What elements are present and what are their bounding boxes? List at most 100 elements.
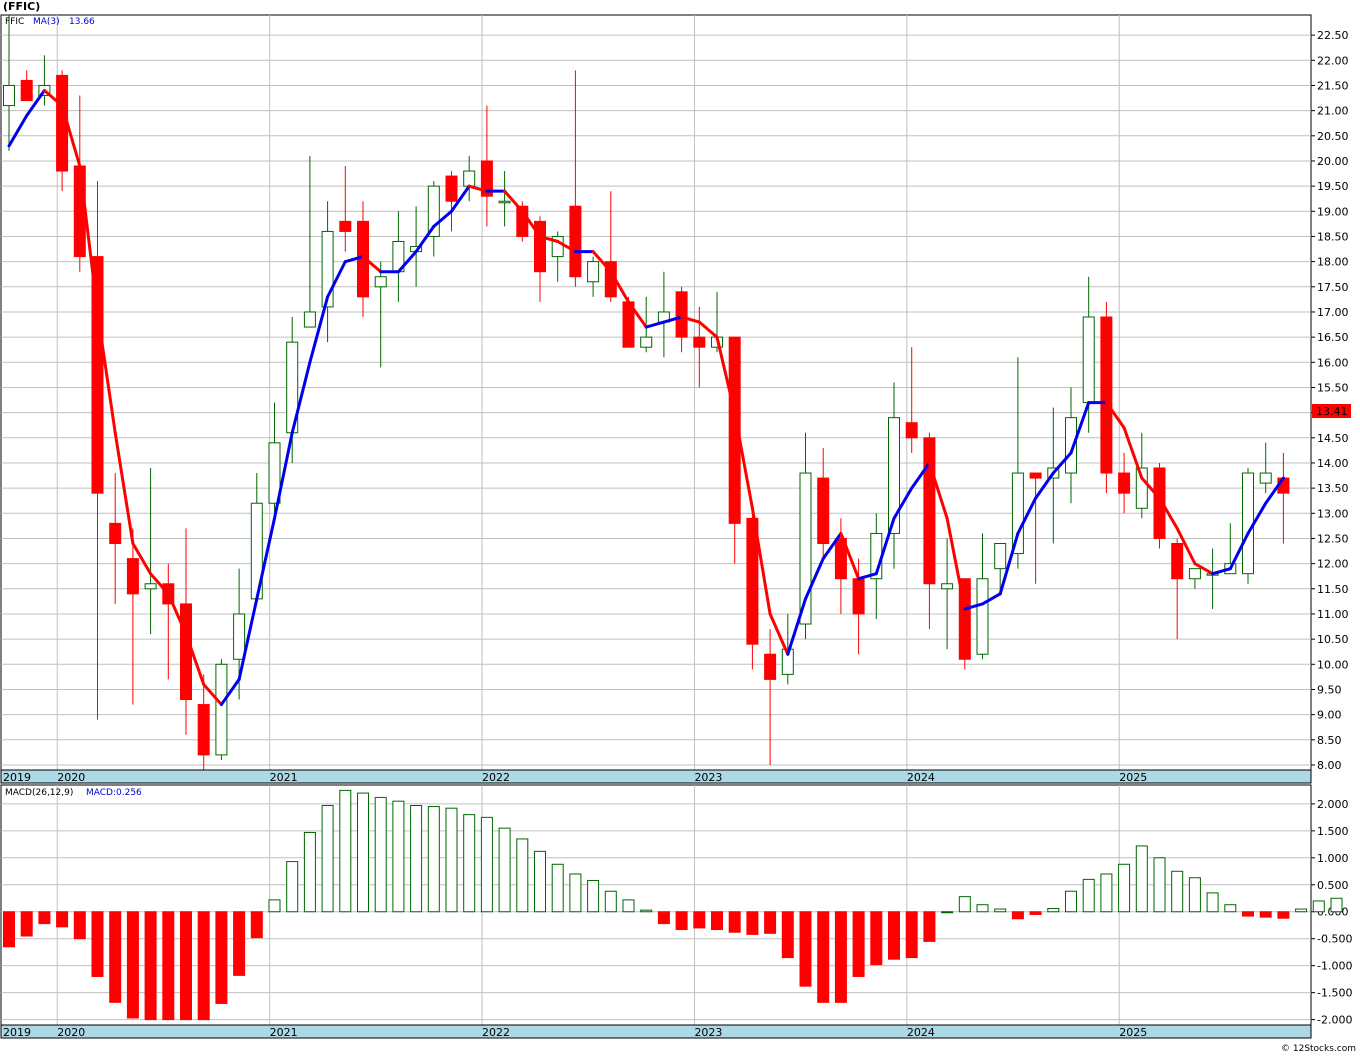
candle-body xyxy=(905,422,918,439)
date-band-bottom xyxy=(0,1024,1312,1039)
macd-bar xyxy=(56,911,69,928)
candle-body xyxy=(1100,316,1113,474)
macd-bar xyxy=(1029,911,1042,915)
macd-bar xyxy=(728,911,741,933)
candle-body xyxy=(1259,472,1272,484)
year-label: 2024 xyxy=(907,1026,935,1039)
macd-bar xyxy=(764,911,777,934)
macd-bar xyxy=(268,899,281,913)
year-label: 2019 xyxy=(3,771,31,784)
candle-body xyxy=(569,205,582,278)
macd-bar xyxy=(303,831,316,913)
price-tick-label: 22.50 xyxy=(1317,29,1349,42)
macd-bar xyxy=(339,789,352,913)
price-tick-label: 11.50 xyxy=(1317,583,1349,596)
macd-bar xyxy=(923,911,936,942)
legend-ma: MA(3) xyxy=(33,17,60,27)
candle-body xyxy=(1029,472,1042,479)
price-tick-label: 17.50 xyxy=(1317,281,1349,294)
macd-bar xyxy=(3,911,15,948)
macd-bar xyxy=(834,911,847,1003)
price-tick-label: 11.00 xyxy=(1317,608,1349,621)
macd-label: MACD(26,12,9) xyxy=(5,788,73,798)
year-label: 2024 xyxy=(907,771,935,784)
macd-bar xyxy=(498,827,511,913)
price-tick-label: 21.00 xyxy=(1317,105,1349,118)
stock-chart: (FFIC) 8.00 8.50 9.00 9.50 10.00 10.50 11.00 11… xyxy=(0,0,1356,1054)
price-tick-label: 13.00 xyxy=(1317,507,1349,520)
macd-value-label: MACD:0.256 xyxy=(86,788,142,798)
macd-bar xyxy=(1153,857,1166,913)
macd-bar xyxy=(534,850,546,913)
price-tick-label: 21.50 xyxy=(1317,79,1349,92)
candle-body xyxy=(498,200,511,204)
macd-bar xyxy=(675,911,688,931)
macd-bar xyxy=(746,911,759,935)
price-tick-label: 9.00 xyxy=(1317,709,1342,722)
macd-bar xyxy=(941,911,954,914)
price-tick-label: 13.50 xyxy=(1317,482,1349,495)
candle-body xyxy=(144,583,157,590)
macd-bar xyxy=(392,800,405,913)
macd-bar xyxy=(516,838,529,913)
candle-body xyxy=(1082,316,1095,404)
macd-bar xyxy=(374,796,387,913)
macd-bar xyxy=(1135,845,1148,913)
macd-bar xyxy=(197,911,210,1021)
macd-bar xyxy=(357,792,369,913)
macd-tick-label: 0.500 xyxy=(1317,879,1349,892)
year-label: 2022 xyxy=(482,771,510,784)
candle-body xyxy=(1242,472,1254,575)
price-tick-label: 8.50 xyxy=(1317,734,1342,747)
macd-bar xyxy=(215,911,228,1004)
macd-bar xyxy=(180,911,192,1021)
macd-bar xyxy=(1206,892,1219,913)
macd-tick-label: -1.500 xyxy=(1317,987,1352,1000)
price-tick-label: 12.00 xyxy=(1317,558,1349,571)
price-tick-label: 22.00 xyxy=(1317,54,1349,67)
year-label: 2023 xyxy=(694,771,722,784)
year-label: 2022 xyxy=(482,1026,510,1039)
macd-bar xyxy=(1312,900,1325,913)
macd-bar xyxy=(1171,870,1184,913)
macd-bar xyxy=(445,807,458,913)
macd-bar xyxy=(126,911,139,1019)
year-label: 2025 xyxy=(1119,1026,1147,1039)
candle-body xyxy=(1188,568,1201,580)
candle-body xyxy=(445,175,458,202)
macd-bar xyxy=(321,804,334,913)
candle-body xyxy=(923,437,936,585)
price-tick-label: 20.00 xyxy=(1317,155,1349,168)
macd-bar xyxy=(480,816,493,913)
macd-bar xyxy=(1259,911,1272,918)
macd-bar xyxy=(463,814,476,913)
price-tick-label: 15.50 xyxy=(1317,381,1349,394)
candle-body xyxy=(197,704,210,756)
candle-body xyxy=(941,583,954,590)
macd-bar xyxy=(73,911,86,940)
macd-bar xyxy=(657,911,670,925)
candle-body xyxy=(693,336,706,348)
candle-body xyxy=(1118,472,1131,494)
candle-body xyxy=(339,220,352,232)
macd-tick-label: 1.500 xyxy=(1317,825,1349,838)
price-tick-label: 16.50 xyxy=(1317,331,1349,344)
macd-bar xyxy=(569,873,582,913)
price-tick-label: 10.50 xyxy=(1317,633,1349,646)
price-tick-label: 19.50 xyxy=(1317,180,1349,193)
price-tick-label: 10.00 xyxy=(1317,658,1349,671)
macd-bar xyxy=(38,911,51,925)
chart-title: (FFIC) xyxy=(3,0,40,13)
macd-bar xyxy=(1224,904,1237,913)
candle-body xyxy=(1171,543,1184,580)
candle-body xyxy=(817,477,830,545)
macd-tick-label: -0.500 xyxy=(1317,933,1352,946)
macd-bar xyxy=(587,879,600,913)
macd-bar xyxy=(711,911,723,931)
price-tick-label: 17.00 xyxy=(1317,306,1349,319)
macd-bar xyxy=(640,909,653,913)
macd-bar xyxy=(817,911,830,1003)
macd-bar xyxy=(693,911,706,929)
macd-bar xyxy=(1011,911,1024,920)
macd-bar xyxy=(410,804,423,913)
